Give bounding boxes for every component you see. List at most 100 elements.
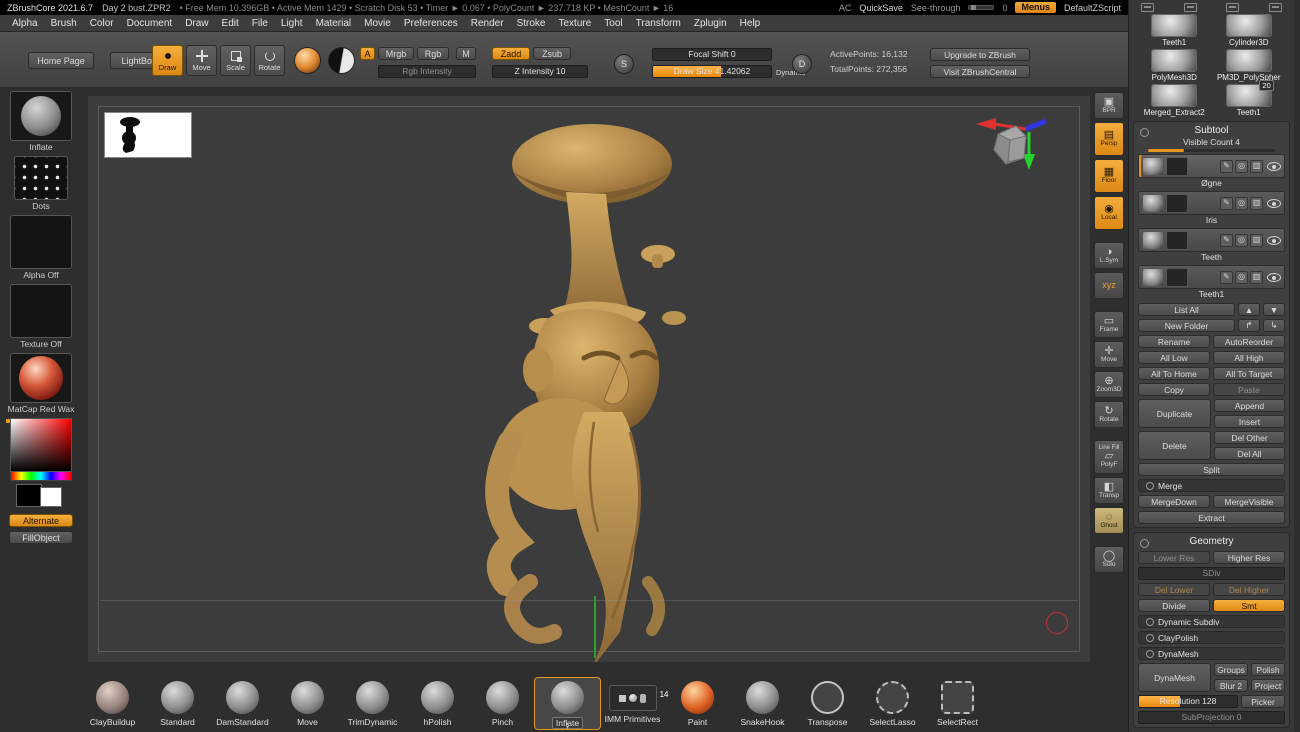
brush-transpose[interactable]: Transpose [795,678,860,727]
brush-move[interactable]: Move [275,678,340,727]
zscript-button[interactable]: DefaultZScript [1064,3,1121,13]
subprojection-slider[interactable]: SubProjection 0 [1138,711,1285,724]
brush-scroll-arrows[interactable]: ▲▼ [565,722,570,730]
sculpt-toggle-icon[interactable]: ✎ [1220,197,1233,210]
brush-trimdynamic[interactable]: TrimDynamic [340,678,405,727]
paste-button[interactable]: Paste [1213,383,1285,396]
perspective-button[interactable]: ▤Persp [1094,122,1124,156]
tool-slot[interactable]: Cylinder3D [1216,14,1283,47]
model-sculpt[interactable] [434,112,754,662]
current-brush-thumbnail[interactable] [10,91,72,141]
lower-res-button[interactable]: Lower Res [1138,551,1210,564]
tool-slot[interactable]: PM3D_PolySpher [1216,49,1283,82]
sculpt-toggle-icon[interactable]: ✎ [1220,160,1233,173]
picker-button[interactable]: Picker [1241,695,1285,708]
menu-item-document[interactable]: Document [127,18,173,29]
tray-icon[interactable] [1141,3,1154,12]
menu-item-help[interactable]: Help [740,18,761,29]
move-out-folder-button[interactable]: ↱ [1238,319,1260,332]
tool-slot-active[interactable]: 20 Teeth1 [1216,84,1283,117]
deform-toggle-icon[interactable]: ▥ [1250,234,1263,247]
menu-item-movie[interactable]: Movie [364,18,391,29]
list-all-button[interactable]: List All [1138,303,1235,316]
autoreorder-button[interactable]: AutoReorder [1213,335,1285,348]
rgb-intensity-slider[interactable]: Rgb Intensity [378,65,476,78]
subtool-down-button[interactable]: ▼ [1263,303,1285,316]
menu-item-color[interactable]: Color [90,18,114,29]
frame-button[interactable]: ▭Frame [1094,311,1124,338]
mergevisible-button[interactable]: MergeVisible [1213,495,1285,508]
tool-slot[interactable]: Merged_Extract2 [1141,84,1208,117]
stroke-selector-icon[interactable]: S [614,54,634,74]
all-to-home-button[interactable]: All To Home [1138,367,1210,380]
all-low-button[interactable]: All Low [1138,351,1210,364]
brush-claybuildup[interactable]: ClayBuildup [80,678,145,727]
deform-toggle-icon[interactable]: ▥ [1250,160,1263,173]
material-ball-icon[interactable] [294,47,321,74]
move-mode-button[interactable]: Move [186,45,217,76]
subtool-row[interactable]: ✎ ◎ ▥ [1138,228,1285,252]
all-high-button[interactable]: All High [1213,351,1285,364]
sdiv-slider[interactable]: SDiv [1138,567,1285,580]
mergedown-button[interactable]: MergeDown [1138,495,1210,508]
secondary-color-swatch[interactable] [40,487,62,507]
xyz-sym-button[interactable]: xyz [1094,272,1124,299]
menu-item-draw[interactable]: Draw [185,18,208,29]
all-to-target-button[interactable]: All To Target [1213,367,1285,380]
menu-item-file[interactable]: File [252,18,268,29]
camera-orientation-gizmo[interactable] [968,104,1068,184]
brush-imm-primitives[interactable]: 14 IMM Primitives [600,678,665,724]
visible-count-label[interactable]: Visible Count 4 [1138,137,1285,148]
eye-icon[interactable] [1267,162,1281,171]
menu-item-tool[interactable]: Tool [604,18,622,29]
solo-button[interactable]: ◯Solo [1094,546,1124,573]
rotate-mode-button[interactable]: Rotate [254,45,285,76]
paint-toggle-icon[interactable]: ◎ [1235,197,1248,210]
draw-mode-button[interactable]: Draw [152,45,183,76]
color-picker[interactable] [10,418,72,472]
subtool-row[interactable]: ✎ ◎ ▥ [1138,154,1285,178]
menu-item-preferences[interactable]: Preferences [404,18,458,29]
split-button[interactable]: Split [1138,463,1285,476]
resolution-slider[interactable]: Resolution 128 [1138,695,1238,708]
tray-icon[interactable] [1184,3,1197,12]
scale-mode-button[interactable]: Scale [220,45,251,76]
menu-item-alpha[interactable]: Alpha [12,18,38,29]
brush-selectlasso[interactable]: SelectLasso [860,678,925,727]
copy-button[interactable]: Copy [1138,383,1210,396]
rename-button[interactable]: Rename [1138,335,1210,348]
main-color-swatch[interactable] [16,484,42,507]
brush-damstandard[interactable]: DamStandard [210,678,275,727]
hue-strip[interactable] [10,472,72,481]
texture-ball-icon[interactable] [328,47,355,74]
subtool-up-button[interactable]: ▲ [1238,303,1260,316]
current-material-thumbnail[interactable] [10,353,72,403]
zsub-button[interactable]: Zsub [533,47,571,60]
groups-toggle[interactable]: Groups [1214,663,1248,676]
menus-button[interactable]: Menus [1015,2,1056,13]
draw-size-slider[interactable]: Draw Size 41.42062 [652,65,772,78]
menu-item-transform[interactable]: Transform [636,18,681,29]
depth-selector-icon[interactable]: D [792,54,812,74]
menu-item-render[interactable]: Render [471,18,504,29]
subtool-row[interactable]: ✎ ◎ ▥ [1138,191,1285,215]
brush-pinch[interactable]: Pinch [470,678,535,727]
menu-item-light[interactable]: Light [281,18,303,29]
brush-snakehook[interactable]: SnakeHook [730,678,795,727]
subtool-row[interactable]: ✎ ◎ ▥ [1138,265,1285,289]
fillobject-button[interactable]: FillObject [9,531,73,544]
ghost-button[interactable]: ◌Ghost [1094,507,1124,534]
dynamesh-header[interactable]: DynaMesh [1138,647,1285,660]
eye-icon[interactable] [1267,236,1281,245]
polyframe-button[interactable]: Line Fill▱PolyF [1094,440,1124,474]
lsym-button[interactable]: ◑L.Sym [1094,242,1124,269]
local-transform-button[interactable]: ◉Local [1094,196,1124,230]
subtool-header[interactable]: Subtool [1138,125,1285,137]
rotate-view-button[interactable]: ↻Rotate [1094,401,1124,428]
del-all-button[interactable]: Del All [1214,447,1285,460]
brush-selectrect[interactable]: SelectRect [925,678,990,727]
menu-item-brush[interactable]: Brush [51,18,77,29]
brush-standard[interactable]: Standard [145,678,210,727]
floor-grid-button[interactable]: ▦Floor [1094,159,1124,193]
focal-shift-slider[interactable]: Focal Shift 0 [652,48,772,61]
